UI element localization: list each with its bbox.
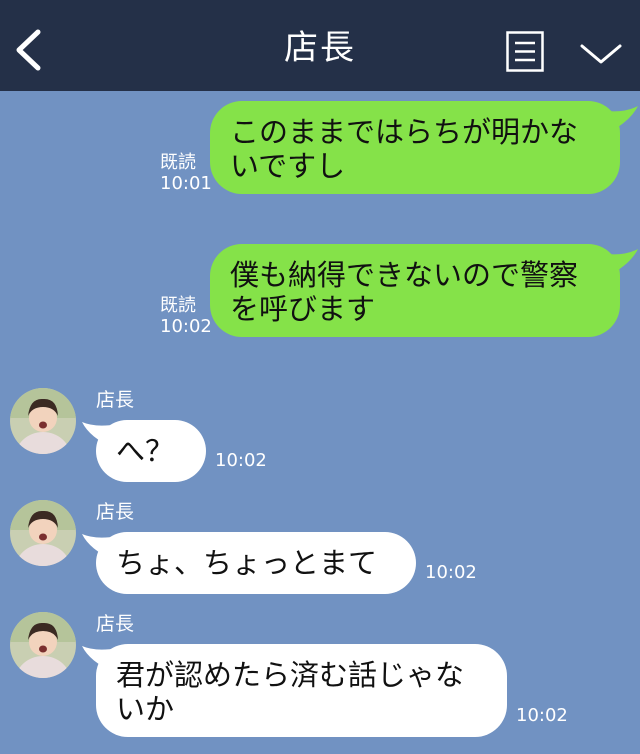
message-time: 10:02 bbox=[215, 450, 267, 471]
chat-header: 店長 bbox=[0, 0, 640, 91]
message-bubble[interactable]: 僕も納得できないので警察 を呼びます bbox=[210, 244, 620, 337]
message-time: 10:02 bbox=[160, 316, 212, 337]
avatar[interactable] bbox=[10, 612, 76, 678]
message-bubble[interactable]: このままではらちが明かな いですし bbox=[210, 101, 620, 194]
message-text-line: このままではらちが明かな bbox=[230, 115, 579, 149]
message-text-line: 僕も納得できないので警察 bbox=[230, 258, 579, 292]
message-time: 10:01 bbox=[160, 173, 212, 194]
chevron-down-icon[interactable] bbox=[578, 37, 624, 71]
message-text-line: いか bbox=[116, 692, 175, 726]
message-time: 10:02 bbox=[516, 705, 568, 726]
child-photo-icon bbox=[10, 612, 76, 678]
sender-name: 店長 bbox=[96, 613, 135, 635]
notes-icon[interactable] bbox=[506, 31, 544, 72]
message-bubble[interactable]: へ？ bbox=[96, 420, 206, 482]
message-time: 10:02 bbox=[425, 562, 477, 583]
sender-name: 店長 bbox=[96, 389, 135, 411]
avatar[interactable] bbox=[10, 388, 76, 454]
child-photo-icon bbox=[10, 500, 76, 566]
chat-title: 店長 bbox=[284, 28, 356, 68]
child-photo-icon bbox=[10, 388, 76, 454]
read-receipt: 既読 bbox=[160, 152, 196, 173]
message-text-line: いですし bbox=[230, 149, 346, 183]
sender-name: 店長 bbox=[96, 501, 135, 523]
read-receipt: 既読 bbox=[160, 295, 196, 316]
message-text-line: へ？ bbox=[116, 434, 175, 468]
message-bubble[interactable]: ちょ、ちょっとまて bbox=[96, 532, 416, 594]
message-text-line: を呼びます bbox=[230, 292, 376, 326]
message-text-line: 君が認めたら済む話じゃな bbox=[116, 658, 465, 692]
message-bubble[interactable]: 君が認めたら済む話じゃな いか bbox=[96, 644, 507, 737]
message-text-line: ちょ、ちょっとまて bbox=[116, 546, 378, 580]
avatar[interactable] bbox=[10, 500, 76, 566]
